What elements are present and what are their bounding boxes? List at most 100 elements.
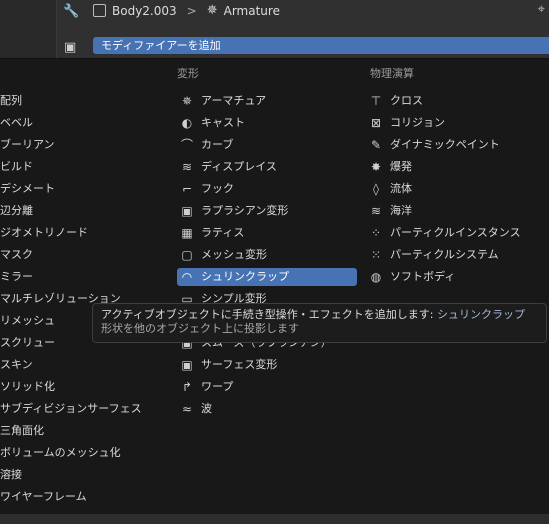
menu-item[interactable]: スキン — [0, 356, 33, 374]
menu-item-label: マスク — [0, 248, 33, 261]
menu-item[interactable]: ⁙ パーティクルシステム — [368, 246, 499, 264]
menu-item[interactable]: ⊤ クロス — [368, 92, 423, 110]
menu-item[interactable]: ⊠ コリジョン — [368, 114, 445, 132]
menu-item[interactable]: ブーリアン — [0, 136, 55, 154]
menu-item[interactable]: サブディビジョンサーフェス — [0, 400, 142, 418]
menu-item[interactable]: ミラー — [0, 268, 33, 286]
properties-tab-column — [0, 0, 56, 58]
menu-item[interactable]: ⌒ カーブ — [177, 136, 357, 154]
mesh-deform-icon: ▢ — [181, 248, 193, 262]
menu-item[interactable]: ✸ 爆発 — [368, 158, 412, 176]
menu-item[interactable]: ソリッド化 — [0, 378, 55, 396]
lattice-icon: ▦ — [181, 226, 193, 240]
armature-label: Armature — [223, 3, 280, 18]
menu-item-label: スキン — [0, 358, 33, 371]
menu-item[interactable]: マスク — [0, 246, 33, 264]
menu-item[interactable]: ▢ メッシュ変形 — [177, 246, 357, 264]
menu-item[interactable]: ◐ キャスト — [177, 114, 357, 132]
menu-item-label: サブディビジョンサーフェス — [0, 402, 142, 415]
menu-item-label: ボリュームのメッシュ化 — [0, 446, 121, 459]
menu-item-label: メッシュ変形 — [201, 248, 267, 261]
add-modifier-menu: 変形 物理演算 配列ベベルブーリアンビルドデシメート辺分離ジオメトリノードマスク… — [0, 58, 549, 515]
menu-item[interactable]: ▦ ラティス — [177, 224, 357, 242]
menu-item-label: コリジョン — [390, 116, 445, 129]
curve-icon: ⌒ — [180, 138, 193, 152]
menu-item[interactable]: ≋ 海洋 — [368, 202, 412, 220]
object-name: Body2.003 — [112, 3, 177, 18]
menu-item-label: ソフトボディ — [390, 270, 456, 283]
deform-column-title: 変形 — [177, 67, 199, 80]
tooltip-highlight: シュリンクラップ — [437, 308, 525, 321]
menu-item[interactable]: ワイヤーフレーム — [0, 488, 87, 506]
wave-icon: ≈ — [181, 402, 193, 416]
menu-item-label: シュリンクラップ — [201, 270, 289, 283]
add-modifier-button[interactable]: モディファイアーを追加 — [93, 37, 549, 54]
menu-item[interactable]: ≋ ディスプレイス — [177, 158, 357, 176]
menu-item[interactable]: 三角面化 — [0, 422, 44, 440]
menu-item[interactable]: ✵ アーマチュア — [177, 92, 357, 110]
fluid-icon: ◊ — [373, 182, 379, 196]
menu-item-label: パーティクルシステム — [390, 248, 499, 261]
armature-icon: ✵ — [206, 3, 218, 18]
particle-instance-icon: ⁘ — [370, 226, 382, 240]
tool-settings-icon[interactable]: 🔧 — [63, 4, 79, 19]
menu-item[interactable]: 溶接 — [0, 466, 22, 484]
menu-item-label: ミラー — [0, 270, 33, 283]
menu-item-label: ビルド — [0, 160, 33, 173]
menu-item[interactable]: ビルド — [0, 158, 33, 176]
menu-item[interactable]: ▣ サーフェス変形 — [177, 356, 357, 374]
menu-item[interactable]: ≈ 波 — [177, 400, 357, 418]
menu-item[interactable]: ◊ 流体 — [368, 180, 412, 198]
menu-item-label: 辺分離 — [0, 204, 33, 217]
mesh-object-icon — [93, 4, 106, 17]
menu-item[interactable]: ◠ シュリンクラップ — [177, 268, 357, 286]
pin-icon[interactable]: ⌖ — [538, 2, 545, 17]
menu-item-label: フック — [201, 182, 234, 195]
menu-item-label: 波 — [201, 402, 212, 415]
cast-icon: ◐ — [181, 116, 193, 130]
cloth-icon: ⊤ — [370, 94, 382, 108]
menu-item-label: ベベル — [0, 116, 33, 129]
breadcrumb-separator: > — [186, 3, 197, 18]
menu-item[interactable]: 辺分離 — [0, 202, 33, 220]
menu-item-label: ソリッド化 — [0, 380, 55, 393]
menu-item-label: カーブ — [201, 138, 234, 151]
menu-item-label: パーティクルインスタンス — [390, 226, 521, 239]
breadcrumb: Body2.003 > ✵ Armature — [93, 3, 280, 18]
menu-item-label: 三角面化 — [0, 424, 44, 437]
menu-item-label: サーフェス変形 — [201, 358, 278, 371]
menu-item-label: 爆発 — [390, 160, 412, 173]
laplacian-deform-icon: ▣ — [181, 204, 193, 218]
menu-item[interactable]: ◍ ソフトボディ — [368, 268, 455, 286]
surface-deform-icon: ▣ — [181, 358, 193, 372]
menu-item[interactable]: スクリュー — [0, 334, 55, 352]
dynamic-paint-icon: ✎ — [370, 138, 382, 152]
particle-system-icon: ⁙ — [370, 248, 382, 262]
menu-item[interactable]: ボリュームのメッシュ化 — [0, 444, 121, 462]
hook-icon: ⌐ — [181, 182, 193, 196]
menu-item[interactable]: ▣ ラプラシアン変形 — [177, 202, 357, 220]
menu-item[interactable]: ✎ ダイナミックペイント — [368, 136, 500, 154]
explode-icon: ✸ — [370, 160, 382, 174]
modifier-tab-icon[interactable]: ▣ — [64, 40, 76, 55]
menu-item-label: キャスト — [201, 116, 245, 129]
menu-item-label: クロス — [390, 94, 423, 107]
menu-item[interactable]: ⌐ フック — [177, 180, 357, 198]
tooltip: アクティブオブジェクトに手続き型操作・エフェクトを追加します: シュリンクラップ… — [92, 303, 547, 343]
menu-item-label: リメッシュ — [0, 314, 55, 327]
menu-item-label: 溶接 — [0, 468, 22, 481]
ocean-icon: ≋ — [370, 204, 382, 218]
tooltip-text: アクティブオブジェクトに手続き型操作・エフェクトを追加します: — [101, 308, 434, 321]
menu-item[interactable]: ⁘ パーティクルインスタンス — [368, 224, 521, 242]
status-bar — [0, 514, 549, 524]
menu-item[interactable]: ↱ ワープ — [177, 378, 357, 396]
menu-item[interactable]: 配列 — [0, 92, 22, 110]
menu-item-label: ラプラシアン変形 — [201, 204, 289, 217]
menu-item[interactable]: ベベル — [0, 114, 33, 132]
menu-item-label: ワープ — [201, 380, 234, 393]
menu-item[interactable]: ジオメトリノード — [0, 224, 88, 242]
menu-item[interactable]: リメッシュ — [0, 312, 55, 330]
menu-item-label: ディスプレイス — [201, 160, 277, 173]
physics-column-title: 物理演算 — [370, 67, 414, 80]
menu-item[interactable]: デシメート — [0, 180, 55, 198]
